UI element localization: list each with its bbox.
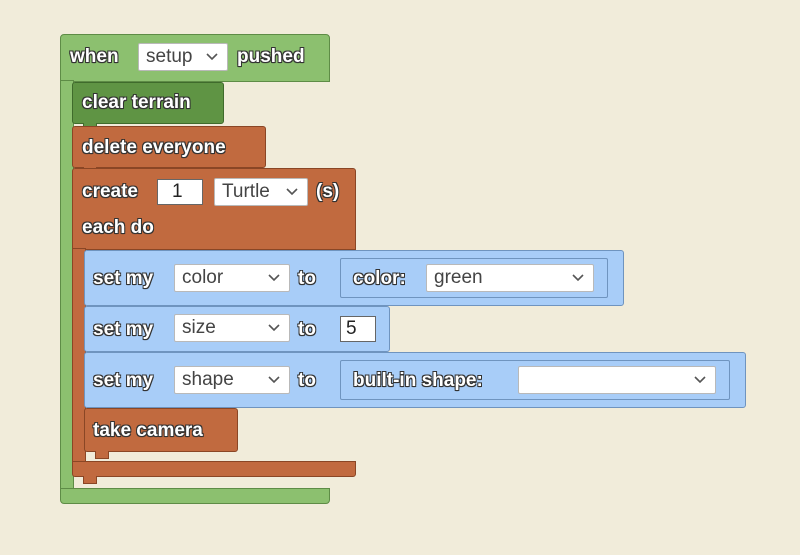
block-notch (83, 476, 97, 484)
property-dropdown[interactable]: color (174, 264, 290, 292)
trigger-value: setup (146, 46, 193, 67)
chevron-down-icon (286, 188, 298, 196)
property-dropdown[interactable]: size (174, 314, 290, 342)
when-label: when (70, 46, 119, 67)
count-value: 1 (172, 181, 183, 202)
color-dropdown[interactable]: green (426, 264, 594, 292)
set-my-label: set my (93, 319, 154, 340)
to-label: to (298, 319, 316, 340)
to-label: to (298, 370, 316, 391)
delete-everyone-label: delete everyone (82, 137, 226, 158)
breed-dropdown[interactable]: Turtle (214, 178, 308, 206)
clear-terrain-label: clear terrain (82, 92, 191, 113)
chevron-down-icon (572, 274, 584, 282)
chevron-down-icon (694, 376, 706, 384)
chevron-down-icon (268, 274, 280, 282)
size-input[interactable]: 5 (340, 316, 376, 342)
color-value: green (434, 267, 483, 288)
each-do-label: each do (82, 217, 154, 238)
suffix-label: (s) (316, 181, 340, 202)
property-value: color (182, 267, 224, 288)
set-my-label: set my (93, 268, 154, 289)
chevron-down-icon (206, 53, 218, 61)
pushed-label: pushed (237, 46, 305, 67)
to-label: to (298, 268, 316, 289)
block-notch (95, 451, 109, 459)
take-camera-label: take camera (93, 420, 203, 441)
create-label: create (82, 181, 138, 202)
property-dropdown[interactable]: shape (174, 366, 290, 394)
shape-label: built-in shape: (353, 370, 483, 391)
set-my-label: set my (93, 370, 154, 391)
property-value: shape (182, 369, 234, 390)
trigger-dropdown[interactable]: setup (138, 43, 228, 71)
chevron-down-icon (268, 376, 280, 384)
size-value: 5 (346, 318, 357, 339)
chevron-down-icon (268, 324, 280, 332)
color-label: color: (353, 268, 406, 289)
count-input[interactable]: 1 (157, 179, 203, 205)
property-value: size (182, 317, 216, 338)
create-block-footer[interactable] (72, 461, 356, 484)
shape-dropdown[interactable] (518, 366, 716, 394)
breed-value: Turtle (222, 181, 270, 202)
when-pushed-block-footer[interactable] (60, 488, 330, 504)
